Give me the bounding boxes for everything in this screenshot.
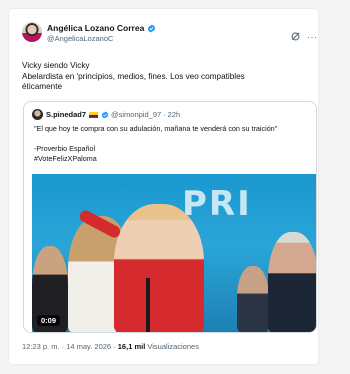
views-count: 16,1 mil xyxy=(117,342,146,351)
colombia-flag-icon xyxy=(89,111,99,118)
dot-separator: · xyxy=(163,110,166,119)
quoted-author-handle: @simonpid_97 xyxy=(111,110,162,119)
tweet-text: Vicky siendo Vicky Abelardista en 'princ… xyxy=(22,61,312,93)
author-handle[interactable]: @AngelicaLozanoC xyxy=(47,34,113,43)
quoted-text: "El que hoy te compra con su adulación, … xyxy=(34,124,314,164)
quoted-hashtag[interactable]: #VoteFelizXPaloma xyxy=(34,154,314,164)
tweet-line: Vicky siendo Vicky xyxy=(22,61,90,70)
video-background-banner: PRI xyxy=(182,184,252,224)
tweet-footer: 12:23 p. m. · 14 may. 2026 · 16,1 mil Vi… xyxy=(22,342,199,351)
video-player[interactable]: PRI 0:09 xyxy=(32,174,316,332)
author-avatar[interactable] xyxy=(22,22,42,42)
quoted-time: 22h xyxy=(167,110,181,119)
author-name[interactable]: Angélica Lozano Correa xyxy=(47,23,144,33)
grok-icon[interactable] xyxy=(290,31,301,42)
quoted-author-avatar xyxy=(32,109,43,120)
quoted-author-name: S.pinedad7 xyxy=(46,110,87,119)
video-person xyxy=(268,232,316,332)
tweet-timestamp[interactable]: 12:23 p. m. · 14 may. 2026 · xyxy=(22,342,116,351)
tweet-line: éticamente xyxy=(22,82,63,91)
views-label: Visualizaciones xyxy=(147,342,199,351)
verified-badge-icon xyxy=(148,24,156,32)
quoted-line: "El que hoy te compra con su adulación, … xyxy=(34,124,278,133)
quoted-line: -Proverbio Español xyxy=(34,144,96,153)
tweet-line: Abelardista en 'principios, medios, fine… xyxy=(22,71,245,81)
video-duration: 0:09 xyxy=(37,315,61,326)
video-person-speaker xyxy=(114,204,204,332)
tweet-card: Angélica Lozano Correa @AngelicaLozanoC … xyxy=(9,9,318,364)
video-person xyxy=(237,266,269,332)
verified-badge-icon xyxy=(101,111,109,118)
more-options-icon[interactable]: ··· xyxy=(307,32,318,42)
microphone xyxy=(146,278,150,332)
quoted-tweet[interactable]: S.pinedad7 @simonpid_97 · 22h "El que ho… xyxy=(23,101,317,333)
